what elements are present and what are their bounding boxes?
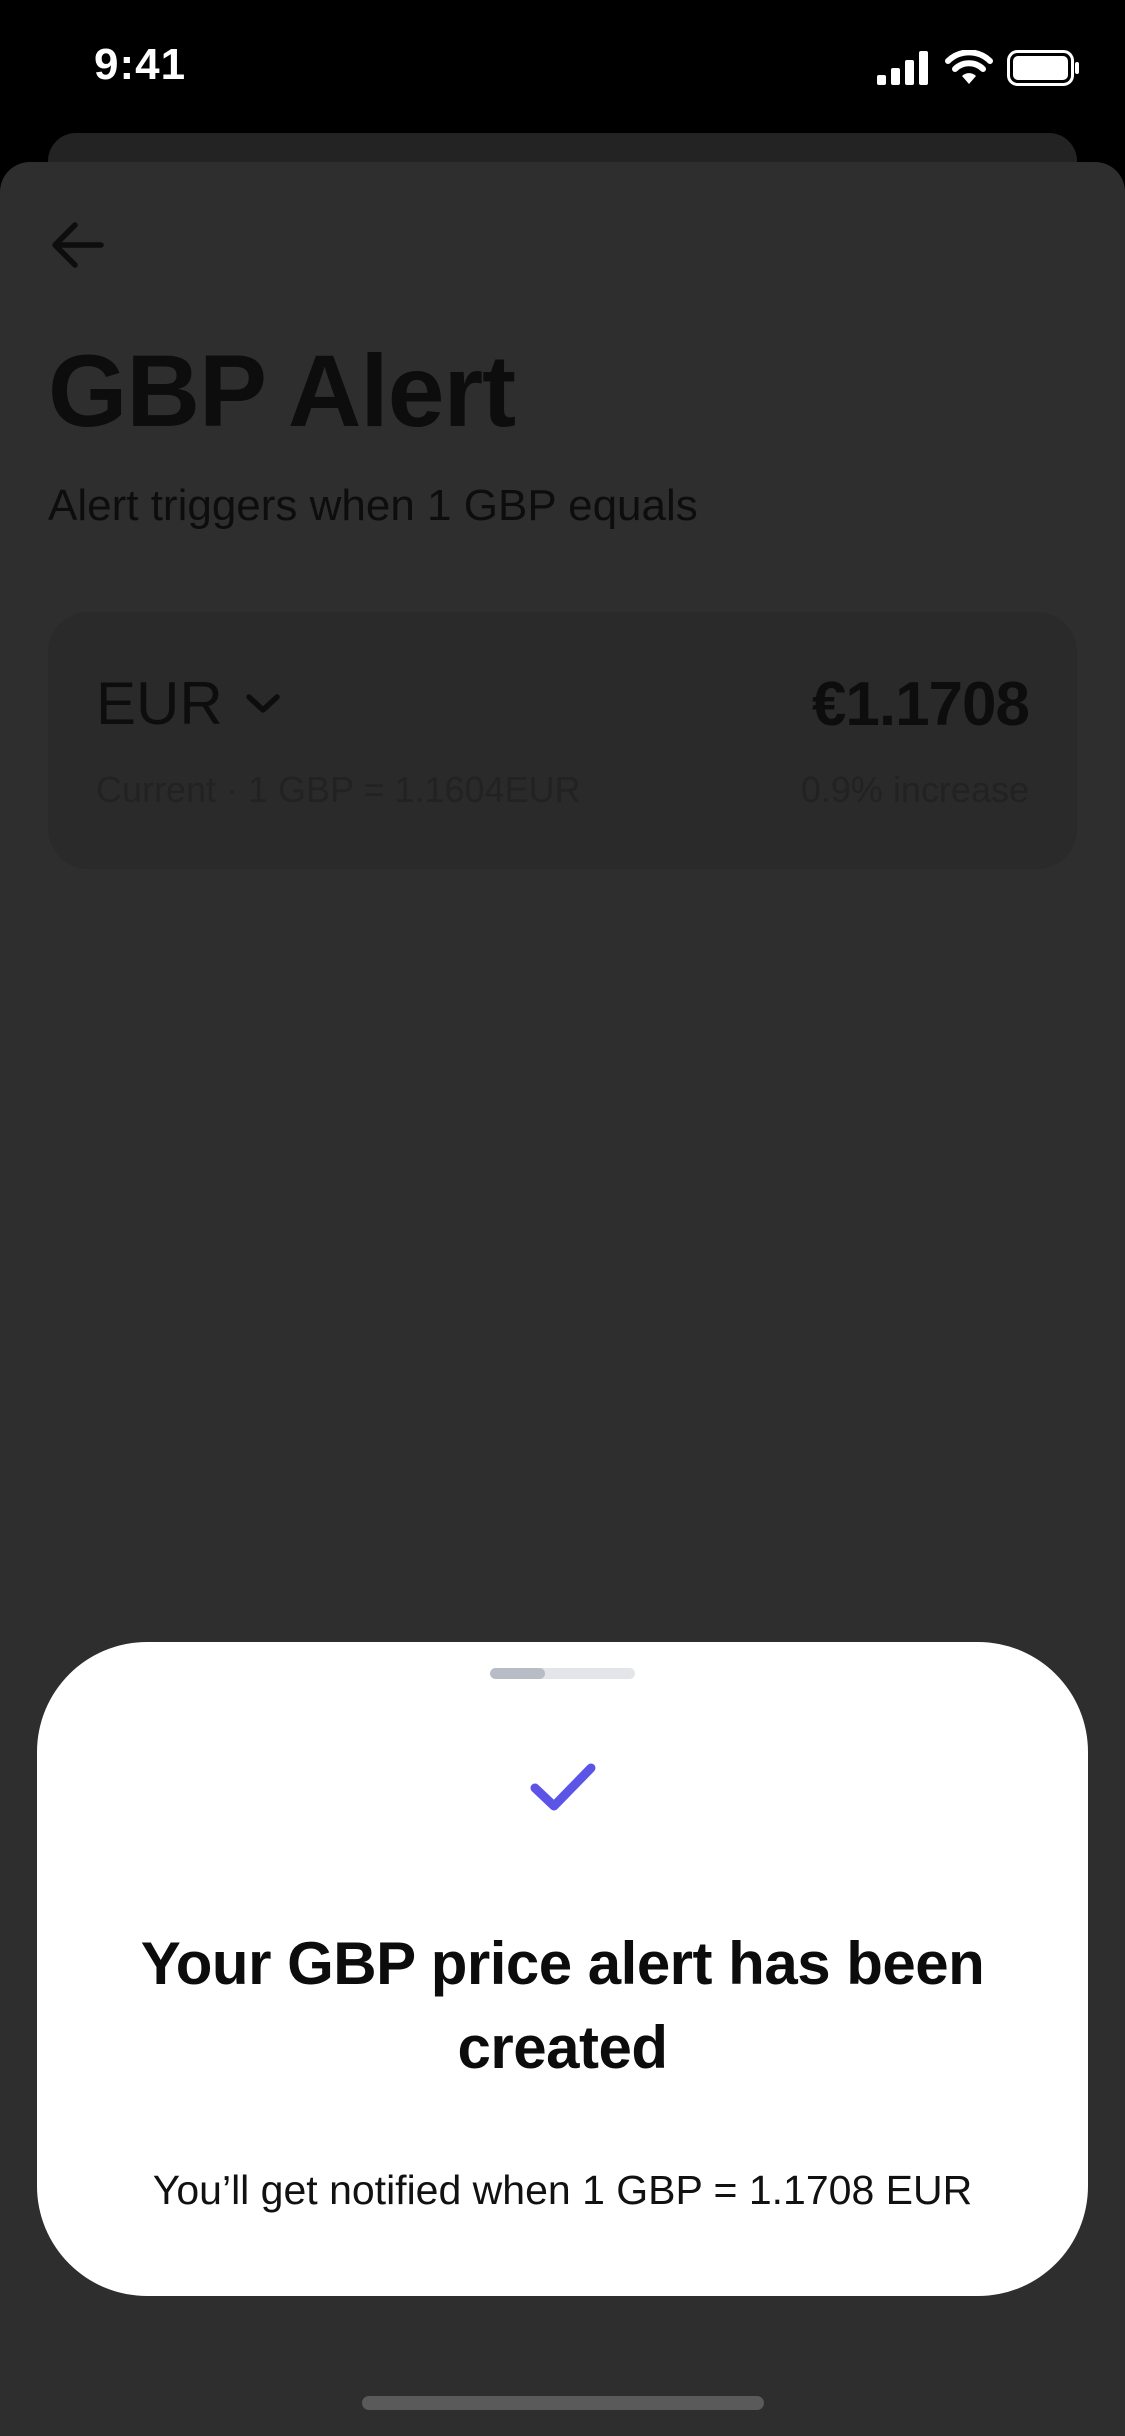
alert-rate-card: EUR €1.1708 Current · 1 GBP = 1.1604EUR … [48,612,1077,869]
currency-select[interactable]: EUR [96,674,281,734]
check-icon [530,1763,596,1811]
handle-progress [490,1668,546,1679]
chevron-down-icon [245,694,280,713]
back-button[interactable] [46,214,108,276]
signal-icon [877,51,928,85]
status-bar: 9:41 [0,0,1125,140]
status-icons [877,48,1081,88]
success-bottom-sheet: Your GBP price alert has been created Yo… [37,1642,1088,2296]
target-value-input[interactable]: €1.1708 [812,674,1030,736]
home-indicator[interactable] [362,2396,764,2410]
sheet-drag-handle[interactable] [490,1668,635,1679]
page-title: GBP Alert [48,334,516,448]
currency-code: EUR [96,670,223,737]
wifi-icon [945,50,993,84]
arrow-left-icon [52,222,104,268]
success-message: You’ll get notified when 1 GBP = 1.1708 … [152,2167,973,2213]
page-subtitle: Alert triggers when 1 GBP equals [48,481,698,530]
current-rate-text: Current · 1 GBP = 1.1604EUR [96,769,581,810]
success-title: Your GBP price alert has been created [140,1930,985,2081]
status-time: 9:41 [94,40,187,89]
battery-icon [1007,50,1079,86]
change-percent-text: 0.9% increase [800,769,1029,810]
